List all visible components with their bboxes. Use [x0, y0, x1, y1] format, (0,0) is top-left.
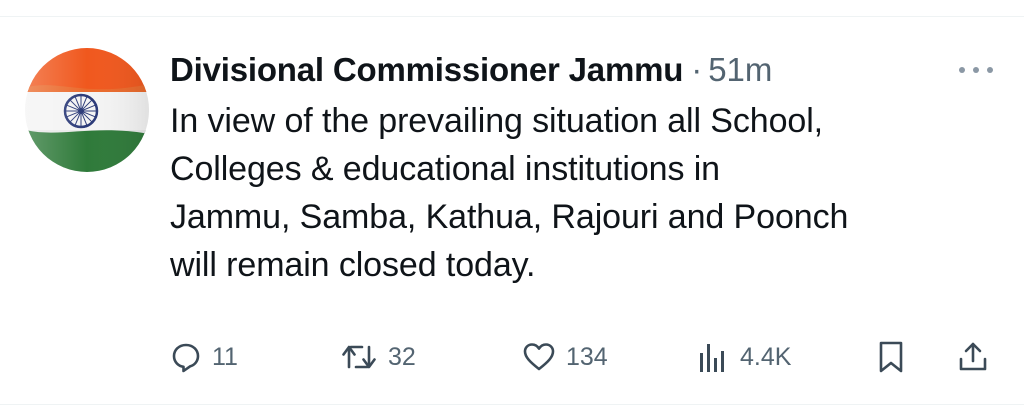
tweet-text: In view of the prevailing situation all …	[170, 102, 849, 284]
reply-icon	[172, 343, 200, 373]
tweet[interactable]: Divisional Commissioner Jammu · 51m In v…	[0, 17, 1024, 404]
share-button[interactable]	[956, 337, 990, 377]
retweet-count: 32	[388, 342, 416, 371]
retweet-icon	[342, 345, 376, 369]
reply-button[interactable]: 11	[170, 337, 238, 377]
like-button[interactable]: 134	[522, 337, 608, 377]
views-chart-icon	[700, 344, 724, 372]
timestamp[interactable]: 51m	[708, 47, 772, 93]
share-icon	[959, 342, 987, 371]
avatar[interactable]	[25, 48, 149, 172]
views-button[interactable]: 4.4K	[696, 337, 791, 377]
bookmark-icon	[879, 341, 903, 373]
views-count: 4.4K	[740, 342, 792, 371]
indian-flag-icon	[25, 48, 149, 172]
heart-icon	[523, 343, 555, 371]
bookmark-button[interactable]	[876, 337, 906, 377]
like-count: 134	[566, 342, 608, 371]
reply-count: 11	[212, 342, 238, 371]
bottom-divider	[0, 404, 1024, 405]
action-bar: 11 32 134 4.4K	[170, 337, 1000, 377]
more-dots-icon	[959, 67, 993, 73]
display-name[interactable]: Divisional Commissioner Jammu	[170, 47, 683, 93]
more-button[interactable]	[952, 57, 1000, 83]
tweet-header: Divisional Commissioner Jammu · 51m	[170, 47, 930, 93]
header-separator: ·	[691, 51, 703, 88]
retweet-button[interactable]: 32	[340, 337, 416, 377]
